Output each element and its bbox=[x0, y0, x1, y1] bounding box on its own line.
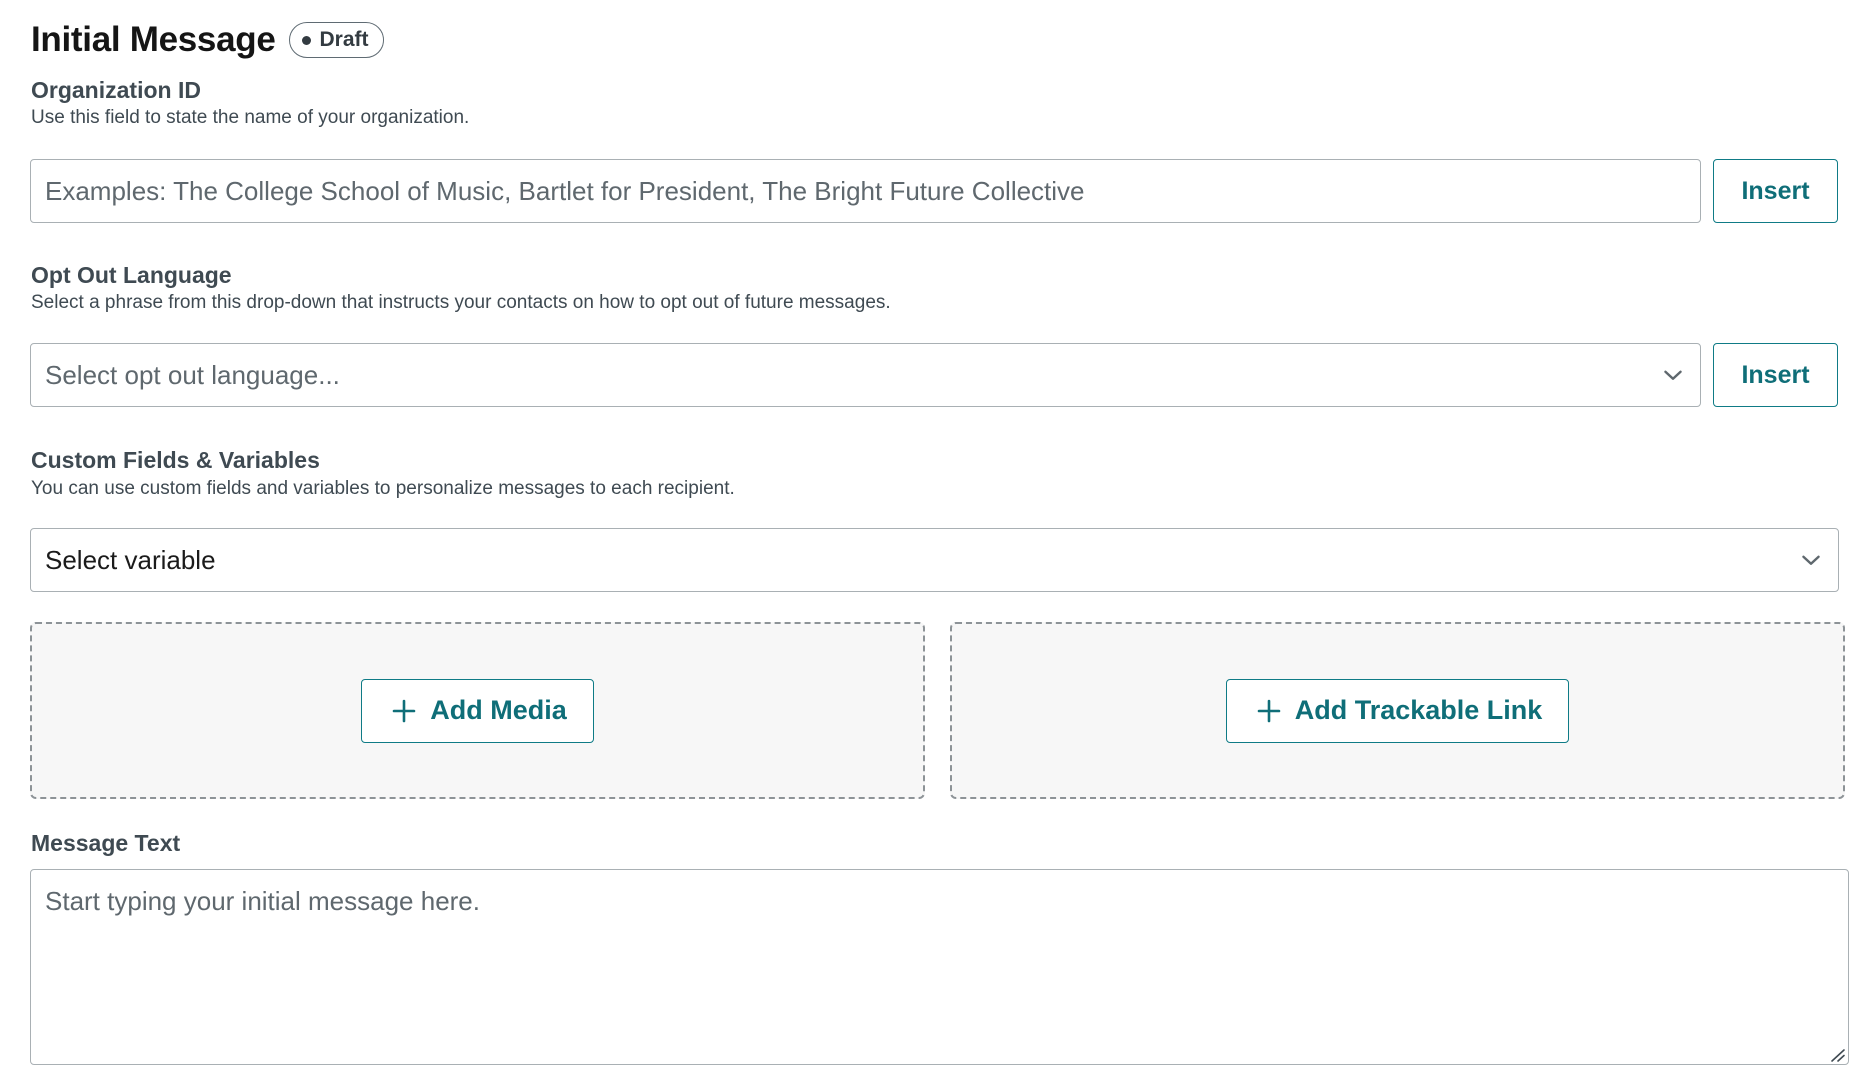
message-text-area[interactable] bbox=[30, 869, 1849, 1065]
status-dot-icon bbox=[302, 35, 312, 45]
status-badge-label: Draft bbox=[319, 28, 369, 51]
add-trackable-link-label: Add Trackable Link bbox=[1294, 695, 1543, 725]
organization-id-input[interactable] bbox=[30, 159, 1701, 223]
chevron-down-icon bbox=[1660, 362, 1686, 388]
organization-id-insert-button[interactable]: Insert bbox=[1713, 159, 1838, 223]
organization-id-label: Organization ID bbox=[31, 77, 201, 103]
media-dropzone[interactable]: Add Media bbox=[30, 622, 925, 799]
organization-id-help: Use this field to state the name of your… bbox=[31, 107, 470, 128]
opt-out-language-select[interactable]: Select opt out language... bbox=[30, 343, 1701, 407]
opt-out-language-insert-button[interactable]: Insert bbox=[1713, 343, 1838, 407]
custom-field-variable-select[interactable]: Select variable bbox=[30, 528, 1839, 592]
opt-out-language-label: Opt Out Language bbox=[31, 262, 232, 288]
resize-handle-icon[interactable] bbox=[1829, 1048, 1845, 1062]
status-badge: Draft bbox=[289, 22, 384, 58]
opt-out-language-select-placeholder: Select opt out language... bbox=[45, 359, 340, 390]
trackable-link-dropzone[interactable]: Add Trackable Link bbox=[950, 622, 1845, 799]
chevron-down-icon bbox=[1798, 547, 1824, 573]
initial-message-form: Initial Message Draft Organization ID Us… bbox=[0, 0, 1863, 1065]
plus-icon bbox=[1257, 699, 1281, 723]
add-media-label: Add Media bbox=[430, 695, 567, 725]
custom-fields-label: Custom Fields & Variables bbox=[31, 447, 320, 473]
page-title: Initial Message bbox=[31, 20, 276, 59]
message-text-label: Message Text bbox=[31, 830, 181, 856]
custom-field-variable-select-value: Select variable bbox=[45, 544, 216, 575]
header: Initial Message Draft bbox=[31, 20, 384, 60]
opt-out-language-help: Select a phrase from this drop-down that… bbox=[31, 292, 891, 313]
add-media-button[interactable]: Add Media bbox=[361, 678, 594, 743]
custom-fields-help: You can use custom fields and variables … bbox=[31, 478, 735, 499]
add-trackable-link-button[interactable]: Add Trackable Link bbox=[1225, 678, 1570, 743]
plus-icon bbox=[392, 699, 416, 723]
